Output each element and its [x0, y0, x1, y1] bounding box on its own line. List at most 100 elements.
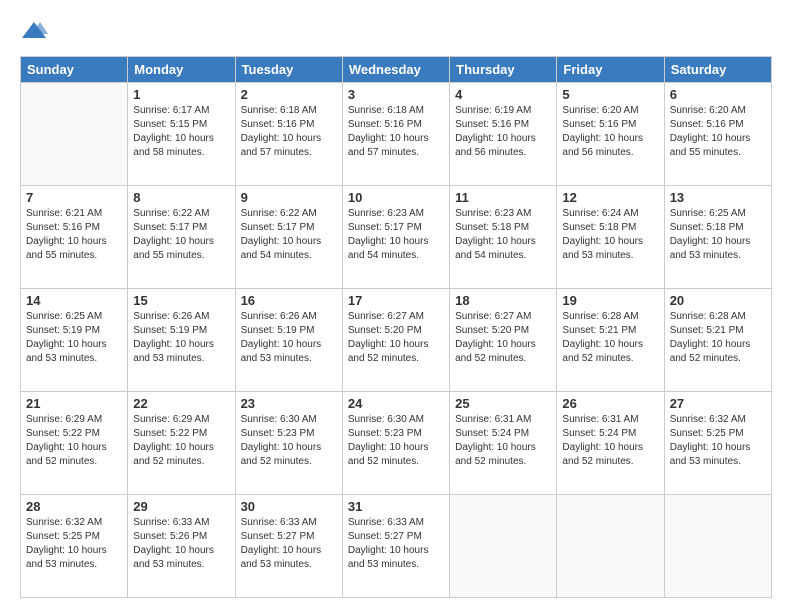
day-info: Sunrise: 6:22 AM Sunset: 5:17 PM Dayligh…	[133, 207, 229, 263]
calendar-cell: 30 Sunrise: 6:33 AM Sunset: 5:27 PM Dayl…	[235, 495, 342, 598]
calendar-header-saturday: Saturday	[664, 57, 771, 83]
sunset-label: Sunset: 5:24 PM	[455, 428, 529, 439]
calendar-week-4: 28 Sunrise: 6:32 AM Sunset: 5:25 PM Dayl…	[21, 495, 772, 598]
calendar-header-friday: Friday	[557, 57, 664, 83]
day-number: 9	[241, 190, 337, 205]
calendar-cell: 15 Sunrise: 6:26 AM Sunset: 5:19 PM Dayl…	[128, 289, 235, 392]
sunrise-label: Sunrise: 6:23 AM	[348, 208, 424, 219]
sunrise-label: Sunrise: 6:30 AM	[241, 414, 317, 425]
calendar-cell: 19 Sunrise: 6:28 AM Sunset: 5:21 PM Dayl…	[557, 289, 664, 392]
calendar-cell: 7 Sunrise: 6:21 AM Sunset: 5:16 PM Dayli…	[21, 186, 128, 289]
day-info: Sunrise: 6:33 AM Sunset: 5:27 PM Dayligh…	[241, 516, 337, 572]
sunrise-label: Sunrise: 6:20 AM	[670, 105, 746, 116]
calendar-cell: 8 Sunrise: 6:22 AM Sunset: 5:17 PM Dayli…	[128, 186, 235, 289]
sunrise-label: Sunrise: 6:31 AM	[455, 414, 531, 425]
calendar-cell: 12 Sunrise: 6:24 AM Sunset: 5:18 PM Dayl…	[557, 186, 664, 289]
calendar-cell: 18 Sunrise: 6:27 AM Sunset: 5:20 PM Dayl…	[450, 289, 557, 392]
daylight-label: Daylight: 10 hours and 53 minutes.	[670, 442, 751, 467]
daylight-label: Daylight: 10 hours and 52 minutes.	[562, 442, 643, 467]
day-number: 21	[26, 396, 122, 411]
day-info: Sunrise: 6:33 AM Sunset: 5:26 PM Dayligh…	[133, 516, 229, 572]
sunrise-label: Sunrise: 6:17 AM	[133, 105, 209, 116]
day-number: 30	[241, 499, 337, 514]
day-info: Sunrise: 6:20 AM Sunset: 5:16 PM Dayligh…	[562, 104, 658, 160]
sunrise-label: Sunrise: 6:26 AM	[241, 311, 317, 322]
sunset-label: Sunset: 5:21 PM	[670, 325, 744, 336]
calendar-cell: 29 Sunrise: 6:33 AM Sunset: 5:26 PM Dayl…	[128, 495, 235, 598]
calendar-cell: 6 Sunrise: 6:20 AM Sunset: 5:16 PM Dayli…	[664, 83, 771, 186]
sunrise-label: Sunrise: 6:23 AM	[455, 208, 531, 219]
daylight-label: Daylight: 10 hours and 53 minutes.	[241, 545, 322, 570]
calendar-cell: 4 Sunrise: 6:19 AM Sunset: 5:16 PM Dayli…	[450, 83, 557, 186]
calendar-cell: 3 Sunrise: 6:18 AM Sunset: 5:16 PM Dayli…	[342, 83, 449, 186]
day-info: Sunrise: 6:29 AM Sunset: 5:22 PM Dayligh…	[133, 413, 229, 469]
sunset-label: Sunset: 5:18 PM	[670, 222, 744, 233]
calendar-week-0: 1 Sunrise: 6:17 AM Sunset: 5:15 PM Dayli…	[21, 83, 772, 186]
sunset-label: Sunset: 5:16 PM	[562, 119, 636, 130]
calendar-cell: 9 Sunrise: 6:22 AM Sunset: 5:17 PM Dayli…	[235, 186, 342, 289]
day-info: Sunrise: 6:23 AM Sunset: 5:18 PM Dayligh…	[455, 207, 551, 263]
sunset-label: Sunset: 5:26 PM	[133, 531, 207, 542]
day-info: Sunrise: 6:32 AM Sunset: 5:25 PM Dayligh…	[670, 413, 766, 469]
calendar-cell: 21 Sunrise: 6:29 AM Sunset: 5:22 PM Dayl…	[21, 392, 128, 495]
day-number: 28	[26, 499, 122, 514]
calendar-cell: 25 Sunrise: 6:31 AM Sunset: 5:24 PM Dayl…	[450, 392, 557, 495]
sunset-label: Sunset: 5:24 PM	[562, 428, 636, 439]
daylight-label: Daylight: 10 hours and 54 minutes.	[241, 236, 322, 261]
day-info: Sunrise: 6:25 AM Sunset: 5:18 PM Dayligh…	[670, 207, 766, 263]
day-number: 5	[562, 87, 658, 102]
calendar-cell	[450, 495, 557, 598]
day-number: 24	[348, 396, 444, 411]
day-info: Sunrise: 6:28 AM Sunset: 5:21 PM Dayligh…	[562, 310, 658, 366]
daylight-label: Daylight: 10 hours and 52 minutes.	[455, 339, 536, 364]
sunrise-label: Sunrise: 6:28 AM	[562, 311, 638, 322]
day-info: Sunrise: 6:17 AM Sunset: 5:15 PM Dayligh…	[133, 104, 229, 160]
sunset-label: Sunset: 5:16 PM	[455, 119, 529, 130]
day-number: 1	[133, 87, 229, 102]
sunrise-label: Sunrise: 6:33 AM	[348, 517, 424, 528]
daylight-label: Daylight: 10 hours and 52 minutes.	[133, 442, 214, 467]
sunrise-label: Sunrise: 6:33 AM	[241, 517, 317, 528]
sunrise-label: Sunrise: 6:32 AM	[26, 517, 102, 528]
calendar-cell: 23 Sunrise: 6:30 AM Sunset: 5:23 PM Dayl…	[235, 392, 342, 495]
daylight-label: Daylight: 10 hours and 53 minutes.	[133, 545, 214, 570]
day-number: 22	[133, 396, 229, 411]
calendar-week-1: 7 Sunrise: 6:21 AM Sunset: 5:16 PM Dayli…	[21, 186, 772, 289]
sunrise-label: Sunrise: 6:26 AM	[133, 311, 209, 322]
sunset-label: Sunset: 5:22 PM	[26, 428, 100, 439]
daylight-label: Daylight: 10 hours and 53 minutes.	[26, 545, 107, 570]
calendar-header-monday: Monday	[128, 57, 235, 83]
sunset-label: Sunset: 5:16 PM	[670, 119, 744, 130]
sunset-label: Sunset: 5:19 PM	[241, 325, 315, 336]
day-number: 20	[670, 293, 766, 308]
day-number: 17	[348, 293, 444, 308]
daylight-label: Daylight: 10 hours and 52 minutes.	[26, 442, 107, 467]
page: SundayMondayTuesdayWednesdayThursdayFrid…	[0, 0, 792, 612]
daylight-label: Daylight: 10 hours and 57 minutes.	[241, 133, 322, 158]
day-number: 15	[133, 293, 229, 308]
sunset-label: Sunset: 5:25 PM	[26, 531, 100, 542]
sunrise-label: Sunrise: 6:18 AM	[241, 105, 317, 116]
daylight-label: Daylight: 10 hours and 53 minutes.	[562, 236, 643, 261]
day-info: Sunrise: 6:30 AM Sunset: 5:23 PM Dayligh…	[348, 413, 444, 469]
day-number: 4	[455, 87, 551, 102]
day-number: 7	[26, 190, 122, 205]
sunrise-label: Sunrise: 6:27 AM	[455, 311, 531, 322]
sunrise-label: Sunrise: 6:33 AM	[133, 517, 209, 528]
calendar-cell: 28 Sunrise: 6:32 AM Sunset: 5:25 PM Dayl…	[21, 495, 128, 598]
calendar-cell: 17 Sunrise: 6:27 AM Sunset: 5:20 PM Dayl…	[342, 289, 449, 392]
daylight-label: Daylight: 10 hours and 52 minutes.	[348, 442, 429, 467]
day-info: Sunrise: 6:26 AM Sunset: 5:19 PM Dayligh…	[241, 310, 337, 366]
day-info: Sunrise: 6:29 AM Sunset: 5:22 PM Dayligh…	[26, 413, 122, 469]
calendar-cell: 16 Sunrise: 6:26 AM Sunset: 5:19 PM Dayl…	[235, 289, 342, 392]
calendar-header-thursday: Thursday	[450, 57, 557, 83]
sunrise-label: Sunrise: 6:32 AM	[670, 414, 746, 425]
calendar-cell: 22 Sunrise: 6:29 AM Sunset: 5:22 PM Dayl…	[128, 392, 235, 495]
calendar-cell	[21, 83, 128, 186]
header	[20, 18, 772, 46]
sunset-label: Sunset: 5:19 PM	[133, 325, 207, 336]
day-number: 26	[562, 396, 658, 411]
day-info: Sunrise: 6:27 AM Sunset: 5:20 PM Dayligh…	[455, 310, 551, 366]
logo	[20, 18, 52, 46]
day-info: Sunrise: 6:31 AM Sunset: 5:24 PM Dayligh…	[562, 413, 658, 469]
